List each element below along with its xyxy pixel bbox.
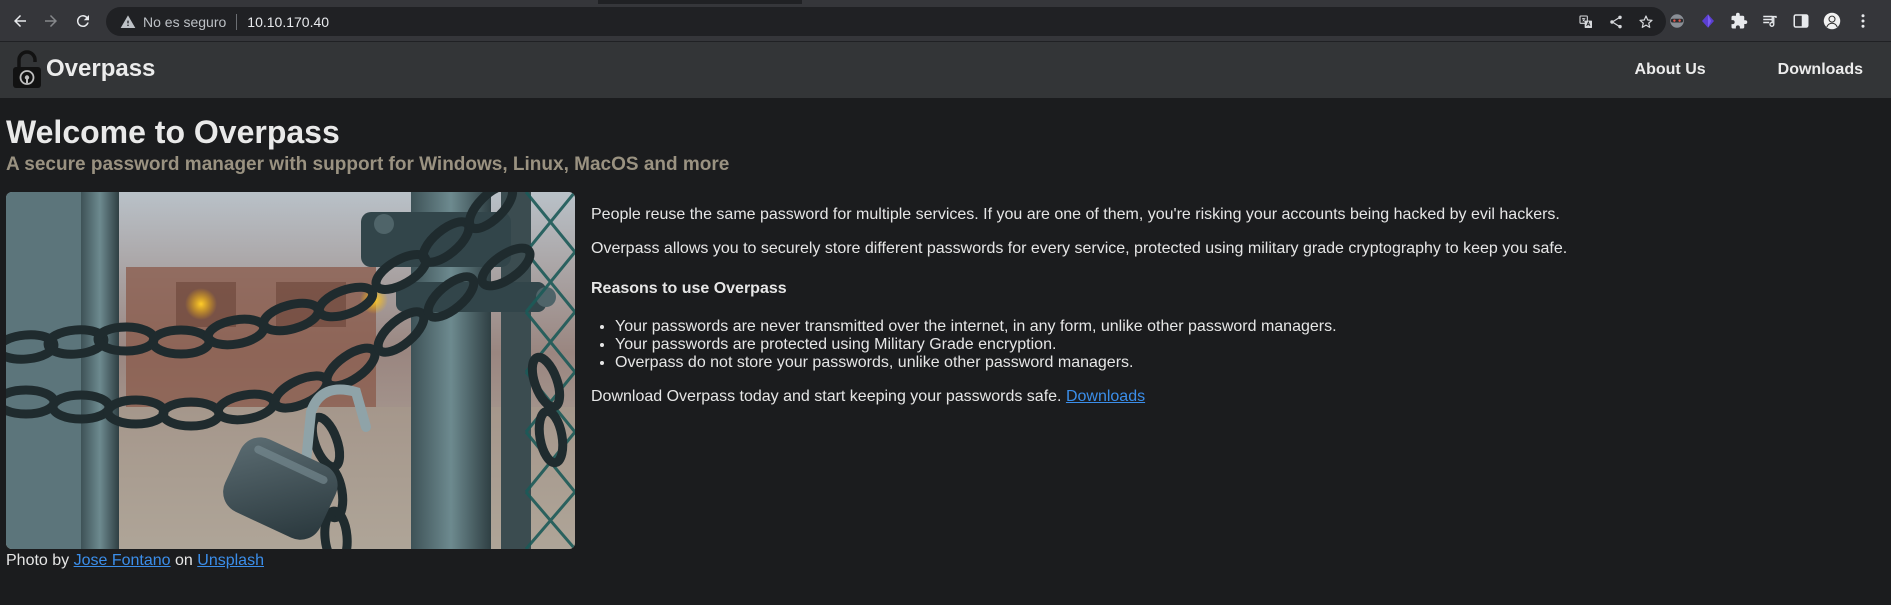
share-icon[interactable] xyxy=(1608,14,1624,30)
tab[interactable] xyxy=(0,0,598,4)
warning-icon[interactable] xyxy=(120,14,136,30)
brand-name: Overpass xyxy=(46,55,156,82)
list-item: Your passwords are never transmitted ove… xyxy=(615,318,1567,336)
list-item: Overpass do not store your passwords, un… xyxy=(615,354,1567,372)
downloads-link[interactable]: Downloads xyxy=(1066,388,1145,405)
nav-links: About Us Downloads xyxy=(1599,42,1891,98)
side-panel-icon[interactable] xyxy=(1790,10,1812,32)
intro-text: People reuse the same password for multi… xyxy=(591,192,1567,549)
omnibox-actions xyxy=(1578,7,1654,36)
page-subtitle: A secure password manager with support f… xyxy=(6,154,730,175)
profile-avatar-icon[interactable] xyxy=(1821,10,1843,32)
hero-image xyxy=(6,192,575,549)
kebab-menu-icon[interactable] xyxy=(1852,10,1874,32)
page-title: Welcome to Overpass xyxy=(6,114,340,150)
site-navbar: Overpass About Us Downloads xyxy=(0,42,1891,98)
forward-button[interactable] xyxy=(39,9,63,33)
nav-downloads[interactable]: Downloads xyxy=(1742,42,1891,98)
reload-icon xyxy=(76,15,89,28)
list-item: Your passwords are protected using Milit… xyxy=(615,336,1567,354)
tab[interactable] xyxy=(802,0,1891,4)
browser-toolbar: No es seguro 10.10.170.40 xyxy=(0,0,1891,42)
reasons-heading: Reasons to use Overpass xyxy=(591,280,787,297)
chained-gate-photo xyxy=(6,192,575,549)
tab-strip xyxy=(0,0,1891,4)
back-button[interactable] xyxy=(8,9,32,33)
media-playlist-icon[interactable] xyxy=(1759,10,1781,32)
star-icon[interactable] xyxy=(1638,14,1654,30)
photo-credit: Photo by Jose Fontano on Unsplash xyxy=(6,552,1886,570)
extensions-area xyxy=(1666,9,1874,33)
credit-on: on xyxy=(175,552,193,569)
cta-text: Download Overpass today and start keepin… xyxy=(591,388,1062,405)
arrow-right-icon xyxy=(45,15,57,27)
divider xyxy=(236,13,238,30)
credit-prefix: Photo by xyxy=(6,552,70,569)
mask-extension-icon[interactable] xyxy=(1666,10,1688,32)
arrow-left-icon xyxy=(14,15,26,27)
address-bar[interactable]: No es seguro 10.10.170.40 xyxy=(106,7,1666,36)
padlock-logo-icon xyxy=(13,50,41,88)
call-to-action: Download Overpass today and start keepin… xyxy=(591,388,1567,406)
brand[interactable]: Overpass xyxy=(10,48,155,90)
main-content: Welcome to Overpass A secure password ma… xyxy=(6,98,1886,570)
translate-icon[interactable] xyxy=(1578,14,1594,30)
unsplash-link[interactable]: Unsplash xyxy=(197,552,264,569)
reasons-list: Your passwords are never transmitted ove… xyxy=(591,318,1567,372)
intro-paragraph: People reuse the same password for multi… xyxy=(591,206,1560,223)
security-status[interactable]: No es seguro xyxy=(143,14,226,30)
content-row: People reuse the same password for multi… xyxy=(6,192,1886,549)
photographer-link[interactable]: Jose Fontano xyxy=(74,552,171,569)
url-text[interactable]: 10.10.170.40 xyxy=(247,14,329,30)
puzzle-icon[interactable] xyxy=(1728,10,1750,32)
intro-paragraph: Overpass allows you to securely store di… xyxy=(591,240,1568,257)
purple-diamond-extension-icon[interactable] xyxy=(1697,10,1719,32)
nav-about-us[interactable]: About Us xyxy=(1599,42,1742,98)
reload-button[interactable] xyxy=(71,9,95,33)
